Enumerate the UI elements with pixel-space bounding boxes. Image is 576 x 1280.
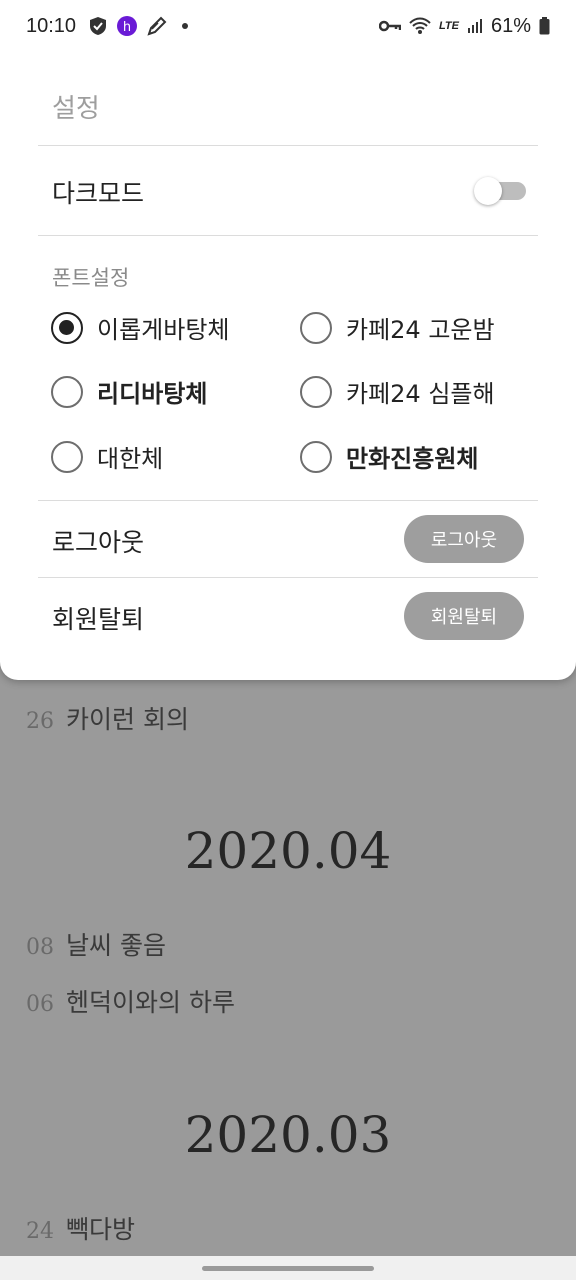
- radio-unchecked-icon[interactable]: [300, 311, 332, 344]
- font-option-daehan[interactable]: 대한체: [51, 439, 163, 474]
- font-option-irobge[interactable]: 이롭게바탕체: [51, 310, 229, 345]
- font-option-label: 카페24 고운밤: [346, 316, 495, 344]
- font-option-cafe24-gounbam[interactable]: 카페24 고운밤: [300, 310, 495, 345]
- dark-mode-label: 다크모드: [52, 179, 145, 208]
- dark-mode-toggle[interactable]: [474, 177, 526, 205]
- navigation-bar: [0, 1256, 576, 1280]
- logout-button[interactable]: 로그아웃: [404, 515, 524, 563]
- entry-title: 헨덕이와의 하루: [66, 988, 235, 1017]
- toggle-thumb: [474, 177, 502, 205]
- diary-entry[interactable]: 08 날씨 좋음: [26, 926, 166, 962]
- entry-title: 날씨 좋음: [66, 931, 166, 960]
- diary-entry[interactable]: 26 카이런 회의: [26, 700, 189, 736]
- logout-label: 로그아웃: [52, 528, 145, 557]
- more-notifications-dot: [182, 23, 189, 29]
- month-heading: 2020.04: [184, 822, 392, 880]
- vpn-key-icon: [379, 19, 401, 33]
- radio-checked-icon[interactable]: [51, 311, 83, 344]
- font-option-label: 이롭게바탕체: [97, 316, 230, 344]
- month-heading: 2020.03: [184, 1106, 392, 1164]
- network-type: LTE: [439, 20, 459, 32]
- svg-text:h: h: [123, 20, 131, 35]
- entry-day: 26: [26, 709, 54, 734]
- radio-unchecked-icon[interactable]: [51, 440, 83, 473]
- withdraw-label: 회원탈퇴: [52, 605, 145, 634]
- entry-day: 08: [26, 935, 54, 960]
- withdraw-button[interactable]: 회원탈퇴: [404, 592, 524, 640]
- radio-unchecked-icon[interactable]: [300, 375, 332, 408]
- entry-day: 06: [26, 992, 54, 1017]
- divider: [38, 235, 538, 236]
- battery-icon: [539, 17, 550, 35]
- settings-title: 설정: [52, 94, 100, 124]
- wifi-icon: [409, 17, 431, 35]
- divider: [38, 145, 538, 146]
- app-notification-icon: h: [116, 15, 138, 37]
- home-gesture-handle[interactable]: [202, 1266, 374, 1271]
- diary-entry[interactable]: 24 빽다방: [26, 1210, 135, 1246]
- entry-day: 24: [26, 1219, 54, 1244]
- status-bar-right: LTE 61%: [379, 15, 550, 38]
- status-time: 10:10: [26, 14, 77, 37]
- font-option-label: 리디바탕체: [97, 380, 208, 408]
- font-option-ridi[interactable]: 리디바탕체: [51, 374, 207, 409]
- diary-entry[interactable]: 06 헨덕이와의 하루: [26, 983, 235, 1019]
- font-option-manhwa[interactable]: 만화진흥원체: [300, 439, 478, 474]
- signal-icon: [467, 18, 483, 34]
- status-bar-left: 10:10 h: [26, 14, 189, 38]
- font-option-cafe24-simple[interactable]: 카페24 심플해: [300, 374, 495, 409]
- divider: [38, 577, 538, 578]
- font-option-label: 만화진흥원체: [346, 445, 479, 473]
- status-bar: 10:10 h LTE 61%: [0, 0, 576, 52]
- entry-title: 카이런 회의: [66, 705, 189, 734]
- edit-pen-icon: [146, 15, 168, 37]
- radio-unchecked-icon[interactable]: [300, 440, 332, 473]
- settings-sheet: 설정 다크모드 폰트설정 이롭게바탕체 카페24 고운밤 리디바탕체 카페24 …: [0, 0, 576, 680]
- font-option-label: 대한체: [97, 445, 164, 473]
- entry-title: 빽다방: [66, 1215, 136, 1244]
- font-settings-label: 폰트설정: [52, 266, 130, 290]
- font-option-label: 카페24 심플해: [346, 380, 495, 408]
- battery-percent: 61%: [490, 14, 531, 37]
- radio-unchecked-icon[interactable]: [51, 375, 83, 408]
- divider: [38, 500, 538, 501]
- shield-icon: [88, 16, 108, 36]
